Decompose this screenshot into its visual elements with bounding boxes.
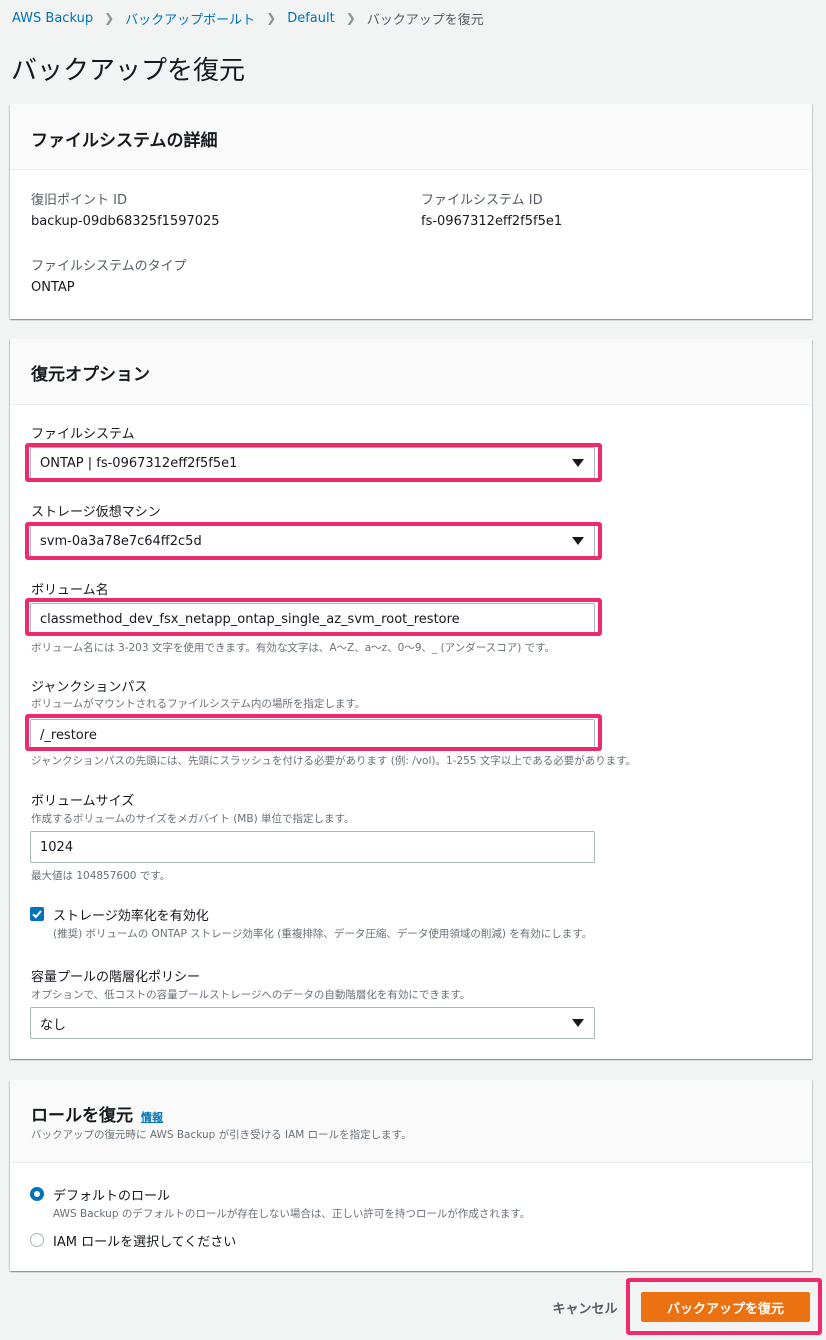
fs-type-value: ONTAP xyxy=(31,280,75,295)
fs-details-header: ファイルシステムの詳細 xyxy=(10,104,812,170)
fs-id-value: fs-0967312eff2f5f5e1 xyxy=(421,214,563,229)
info-link[interactable]: 情報 xyxy=(141,1111,163,1124)
radio-default-role[interactable] xyxy=(30,1187,44,1201)
restore-role-desc: バックアップの復元時に AWS Backup が引き受ける IAM ロールを指定… xyxy=(31,1129,412,1141)
volume-name-hint: ボリューム名には 3-203 文字を使用できます。有効な文字は、A〜Z、a〜z、… xyxy=(31,642,556,654)
restore-options-header: 復元オプション xyxy=(10,339,812,405)
junction-path-hint: ジャンクションパスの先頭には、先頭にスラッシュを付ける必要があります (例: /… xyxy=(31,755,637,767)
fs-type-label: ファイルシステムのタイプ xyxy=(31,259,187,274)
fs-details-panel: ファイルシステムの詳細 復旧ポイント ID backup-09db68325f1… xyxy=(10,104,812,319)
svm-select[interactable]: svm-0a3a78e7c64ff2c5d xyxy=(30,525,595,557)
junction-path-desc: ボリュームがマウントされるファイルシステム内の場所を指定します。 xyxy=(31,698,366,710)
storage-efficiency-desc: (推奨) ボリュームの ONTAP ストレージ効率化 (重複排除、データ圧縮、デ… xyxy=(53,928,593,940)
restore-role-header: ロールを復元 情報 バックアップの復元時に AWS Backup が引き受ける I… xyxy=(10,1080,812,1163)
volume-size-hint: 最大値は 104857600 です。 xyxy=(31,870,171,882)
default-role-label: デフォルトのロール xyxy=(53,1189,171,1204)
page-title: バックアップを復元 xyxy=(11,56,246,86)
tiering-policy-desc: オプションで、低コストの容量プールストレージへのデータの自動階層化を有効にできま… xyxy=(31,989,471,1001)
file-system-select-value: ONTAP | fs-0967312eff2f5f5e1 xyxy=(40,455,238,471)
restore-options-panel: 復元オプション ファイルシステム ONTAP | fs-0967312eff2f… xyxy=(10,339,812,1059)
radio-iam-role[interactable] xyxy=(30,1233,44,1247)
volume-size-input[interactable]: 1024 xyxy=(30,831,595,863)
caret-down-icon xyxy=(572,1019,584,1027)
chevron-right-icon: ❯ xyxy=(345,11,356,25)
cancel-button[interactable]: キャンセル xyxy=(540,1295,630,1319)
storage-efficiency-label: ストレージ効率化を有効化 xyxy=(53,909,209,924)
file-system-select[interactable]: ONTAP | fs-0967312eff2f5f5e1 xyxy=(30,447,595,479)
volume-size-desc: 作成するボリュームのサイズをメガバイト (MB) 単位で指定します。 xyxy=(31,813,355,825)
junction-path-input-value: /_restore xyxy=(40,727,97,743)
svm-label: ストレージ仮想マシン xyxy=(31,505,161,520)
breadcrumb: AWS Backup ❯ バックアップボールト ❯ Default ❯ バックア… xyxy=(12,8,484,28)
chevron-right-icon: ❯ xyxy=(104,11,115,25)
caret-down-icon xyxy=(572,537,584,545)
svm-select-value: svm-0a3a78e7c64ff2c5d xyxy=(40,533,202,549)
volume-name-label: ボリューム名 xyxy=(31,583,109,598)
volume-size-input-value: 1024 xyxy=(40,839,74,855)
chevron-right-icon: ❯ xyxy=(266,11,277,25)
storage-efficiency-checkbox[interactable] xyxy=(30,907,44,921)
checkmark-icon xyxy=(32,910,42,919)
tiering-policy-select[interactable]: なし xyxy=(30,1007,595,1039)
restore-role-title: ロールを復元 情報 xyxy=(31,1106,163,1126)
recovery-point-value: backup-09db68325f1597025 xyxy=(31,214,220,229)
junction-path-label: ジャンクションパス xyxy=(31,680,148,695)
breadcrumb-aws-backup[interactable]: AWS Backup xyxy=(12,11,93,26)
recovery-point-label: 復旧ポイント ID xyxy=(31,193,127,208)
fs-id-label: ファイルシステム ID xyxy=(421,193,543,208)
breadcrumb-current: バックアップを復元 xyxy=(366,12,484,28)
caret-down-icon xyxy=(572,459,584,467)
breadcrumb-default[interactable]: Default xyxy=(287,11,335,26)
restore-options-title: 復元オプション xyxy=(31,365,150,385)
restore-backup-button[interactable]: バックアップを復元 xyxy=(641,1292,810,1322)
volume-size-label: ボリュームサイズ xyxy=(31,794,135,809)
volume-name-input[interactable]: classmethod_dev_fsx_netapp_ontap_single_… xyxy=(30,603,595,635)
tiering-policy-label: 容量プールの階層化ポリシー xyxy=(31,970,201,985)
junction-path-input[interactable]: /_restore xyxy=(30,719,595,751)
fs-details-title: ファイルシステムの詳細 xyxy=(31,131,218,151)
volume-name-input-value: classmethod_dev_fsx_netapp_ontap_single_… xyxy=(40,611,460,627)
breadcrumb-backup-vaults[interactable]: バックアップボールト xyxy=(125,9,255,28)
tiering-policy-select-value: なし xyxy=(40,1017,67,1033)
restore-role-panel: ロールを復元 情報 バックアップの復元時に AWS Backup が引き受ける I… xyxy=(10,1080,812,1271)
file-system-label: ファイルシステム xyxy=(31,427,135,442)
default-role-desc: AWS Backup のデフォルトのロールが存在しない場合は、正しい許可を持つロ… xyxy=(53,1208,531,1220)
iam-role-label: IAM ロールを選択してください xyxy=(53,1235,237,1250)
